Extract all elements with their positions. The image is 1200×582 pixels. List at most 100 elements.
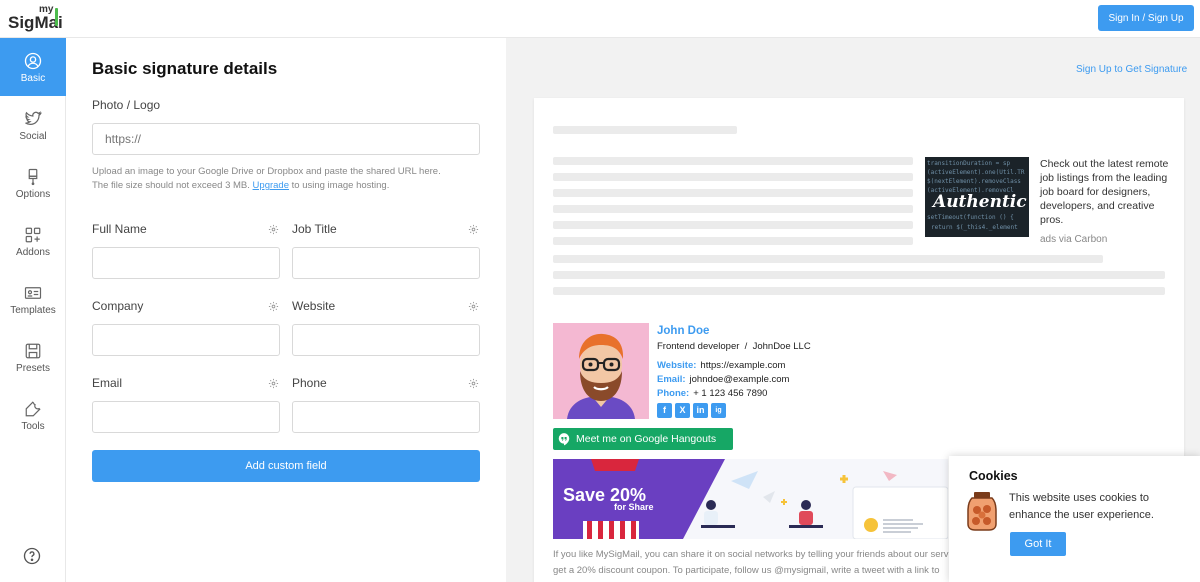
top-bar: my SigMai Sign In / Sign Up: [0, 0, 1200, 38]
linkedin-icon[interactable]: in: [693, 403, 708, 418]
photo-hint: Upload an image to your Google Drive or …: [92, 165, 492, 193]
logo[interactable]: my SigMai: [8, 4, 68, 34]
photo-url-input[interactable]: [92, 123, 480, 155]
skeleton-line: [553, 173, 913, 181]
signature-name: John Doe: [657, 325, 710, 337]
sidebar-item-label: Templates: [10, 305, 56, 316]
question-circle-icon[interactable]: [23, 547, 41, 565]
facebook-icon[interactable]: f: [657, 403, 672, 418]
apps-plus-icon: [25, 227, 41, 243]
signup-link[interactable]: Sign Up to Get Signature: [1076, 64, 1187, 75]
hint-line-1: Upload an image to your Google Drive or …: [92, 166, 441, 177]
wrench-icon: [25, 401, 41, 417]
instagram-icon[interactable]: ig: [711, 403, 726, 418]
sidebar: Basic Social Options Addons Templates Pr…: [0, 38, 66, 582]
website-value[interactable]: https://example.com: [700, 360, 785, 371]
carbon-via[interactable]: ads via Carbon: [1040, 234, 1107, 245]
share-line-2: get a 20% discount coupon. To participat…: [553, 565, 940, 576]
skeleton-line: [553, 157, 913, 165]
signature-phone-line: Phone: + 1 123 456 7890: [657, 388, 767, 399]
share-description: If you like MySigMail, you can share it …: [553, 547, 953, 579]
skeleton-line: [553, 237, 913, 245]
hangouts-button[interactable]: Meet me on Google Hangouts: [553, 428, 733, 450]
signature-company: JohnDoe LLC: [752, 341, 811, 352]
add-custom-field-button[interactable]: Add custom field: [92, 450, 480, 482]
gear-icon[interactable]: [268, 224, 279, 235]
phone-input[interactable]: [292, 401, 480, 433]
sidebar-item-label: Basic: [20, 73, 46, 84]
sidebar-item-addons[interactable]: Addons: [0, 212, 66, 270]
user-circle-icon: [24, 52, 42, 70]
email-label: Email: [92, 376, 123, 390]
company-input[interactable]: [92, 324, 280, 356]
template-card-icon: [24, 287, 42, 299]
sign-in-button[interactable]: Sign In / Sign Up: [1098, 5, 1194, 31]
page-title: Basic signature details: [92, 59, 278, 78]
sidebar-item-presets[interactable]: Presets: [0, 328, 66, 386]
carbon-image-word: Authentic: [931, 192, 1027, 212]
email-key: Email:: [657, 374, 686, 385]
signature-role: Frontend developer / JohnDoe LLC: [657, 341, 811, 352]
email-input[interactable]: [92, 401, 280, 433]
website-label: Website: [292, 299, 336, 313]
skeleton-line: [553, 287, 1165, 295]
sidebar-item-tools[interactable]: Tools: [0, 386, 66, 444]
hint-line-2-pre: The file size should not exceed 3 MB.: [92, 180, 250, 191]
svg-text:transitionDuration = sp: transitionDuration = sp: [927, 160, 1010, 167]
cookie-text: This website uses cookies to enhance the…: [1009, 492, 1154, 521]
svg-text:(activeElement).one(Util.TR: (activeElement).one(Util.TR: [927, 169, 1025, 176]
sidebar-item-basic[interactable]: Basic: [0, 38, 66, 96]
cookie-title: Cookies: [969, 469, 1018, 483]
promo-banner[interactable]: Save 20% for Share: [553, 459, 948, 539]
sidebar-item-social[interactable]: Social: [0, 96, 66, 154]
sidebar-item-options[interactable]: Options: [0, 154, 66, 212]
skeleton-line: [553, 189, 913, 197]
save-icon: [25, 343, 41, 359]
logo-bar: [55, 8, 58, 26]
carbon-ad-image[interactable]: transitionDuration = sp (activeElement).…: [925, 157, 1029, 237]
sidebar-item-label: Presets: [16, 363, 50, 374]
svg-text:$(nextElement).removeClass: $(nextElement).removeClass: [927, 178, 1021, 185]
brush-icon: [28, 168, 38, 186]
cookie-jar-icon: [967, 492, 997, 531]
skeleton-line: [553, 271, 1165, 279]
got-it-button[interactable]: Got It: [1010, 532, 1066, 556]
gear-icon[interactable]: [468, 301, 479, 312]
sidebar-item-label: Tools: [21, 421, 45, 432]
phone-label: Phone: [292, 376, 327, 390]
skeleton-line: [553, 255, 1103, 263]
phone-value[interactable]: + 1 123 456 7890: [693, 388, 767, 399]
sidebar-item-templates[interactable]: Templates: [0, 270, 66, 328]
upgrade-link[interactable]: Upgrade: [253, 180, 289, 191]
signature-website-line: Website: https://example.com: [657, 360, 785, 371]
form-panel: Basic signature details Photo / Logo Upl…: [67, 38, 506, 582]
signature-separator: /: [744, 341, 748, 352]
full-name-label: Full Name: [92, 222, 147, 236]
banner-sub: for Share: [614, 502, 654, 512]
phone-key: Phone:: [657, 388, 690, 399]
sidebar-item-label: Addons: [16, 247, 50, 258]
skeleton-line: [553, 205, 913, 213]
photo-label: Photo / Logo: [92, 98, 161, 112]
job-title-label: Job Title: [292, 222, 337, 236]
x-twitter-icon[interactable]: X: [675, 403, 690, 418]
twitter-icon: [25, 111, 42, 126]
gear-icon[interactable]: [268, 301, 279, 312]
cookie-banner: Cookies This website uses cookies to enh…: [949, 456, 1200, 582]
hangouts-label: Meet me on Google Hangouts: [576, 433, 717, 445]
company-label: Company: [92, 299, 144, 313]
gear-icon[interactable]: [468, 224, 479, 235]
hint-line-2-post: to using image hosting.: [291, 180, 390, 191]
gear-icon[interactable]: [268, 378, 279, 389]
website-input[interactable]: [292, 324, 480, 356]
gear-icon[interactable]: [468, 378, 479, 389]
full-name-input[interactable]: [92, 247, 280, 279]
email-value[interactable]: johndoe@example.com: [690, 374, 790, 385]
carbon-ad-text[interactable]: Check out the latest remote job listings…: [1040, 157, 1175, 227]
avatar: [553, 323, 649, 419]
signature-email-line: Email: johndoe@example.com: [657, 374, 789, 385]
skeleton-line: [553, 221, 913, 229]
sidebar-item-label: Social: [19, 131, 47, 142]
signature-job: Frontend developer: [657, 341, 740, 352]
job-title-input[interactable]: [292, 247, 480, 279]
